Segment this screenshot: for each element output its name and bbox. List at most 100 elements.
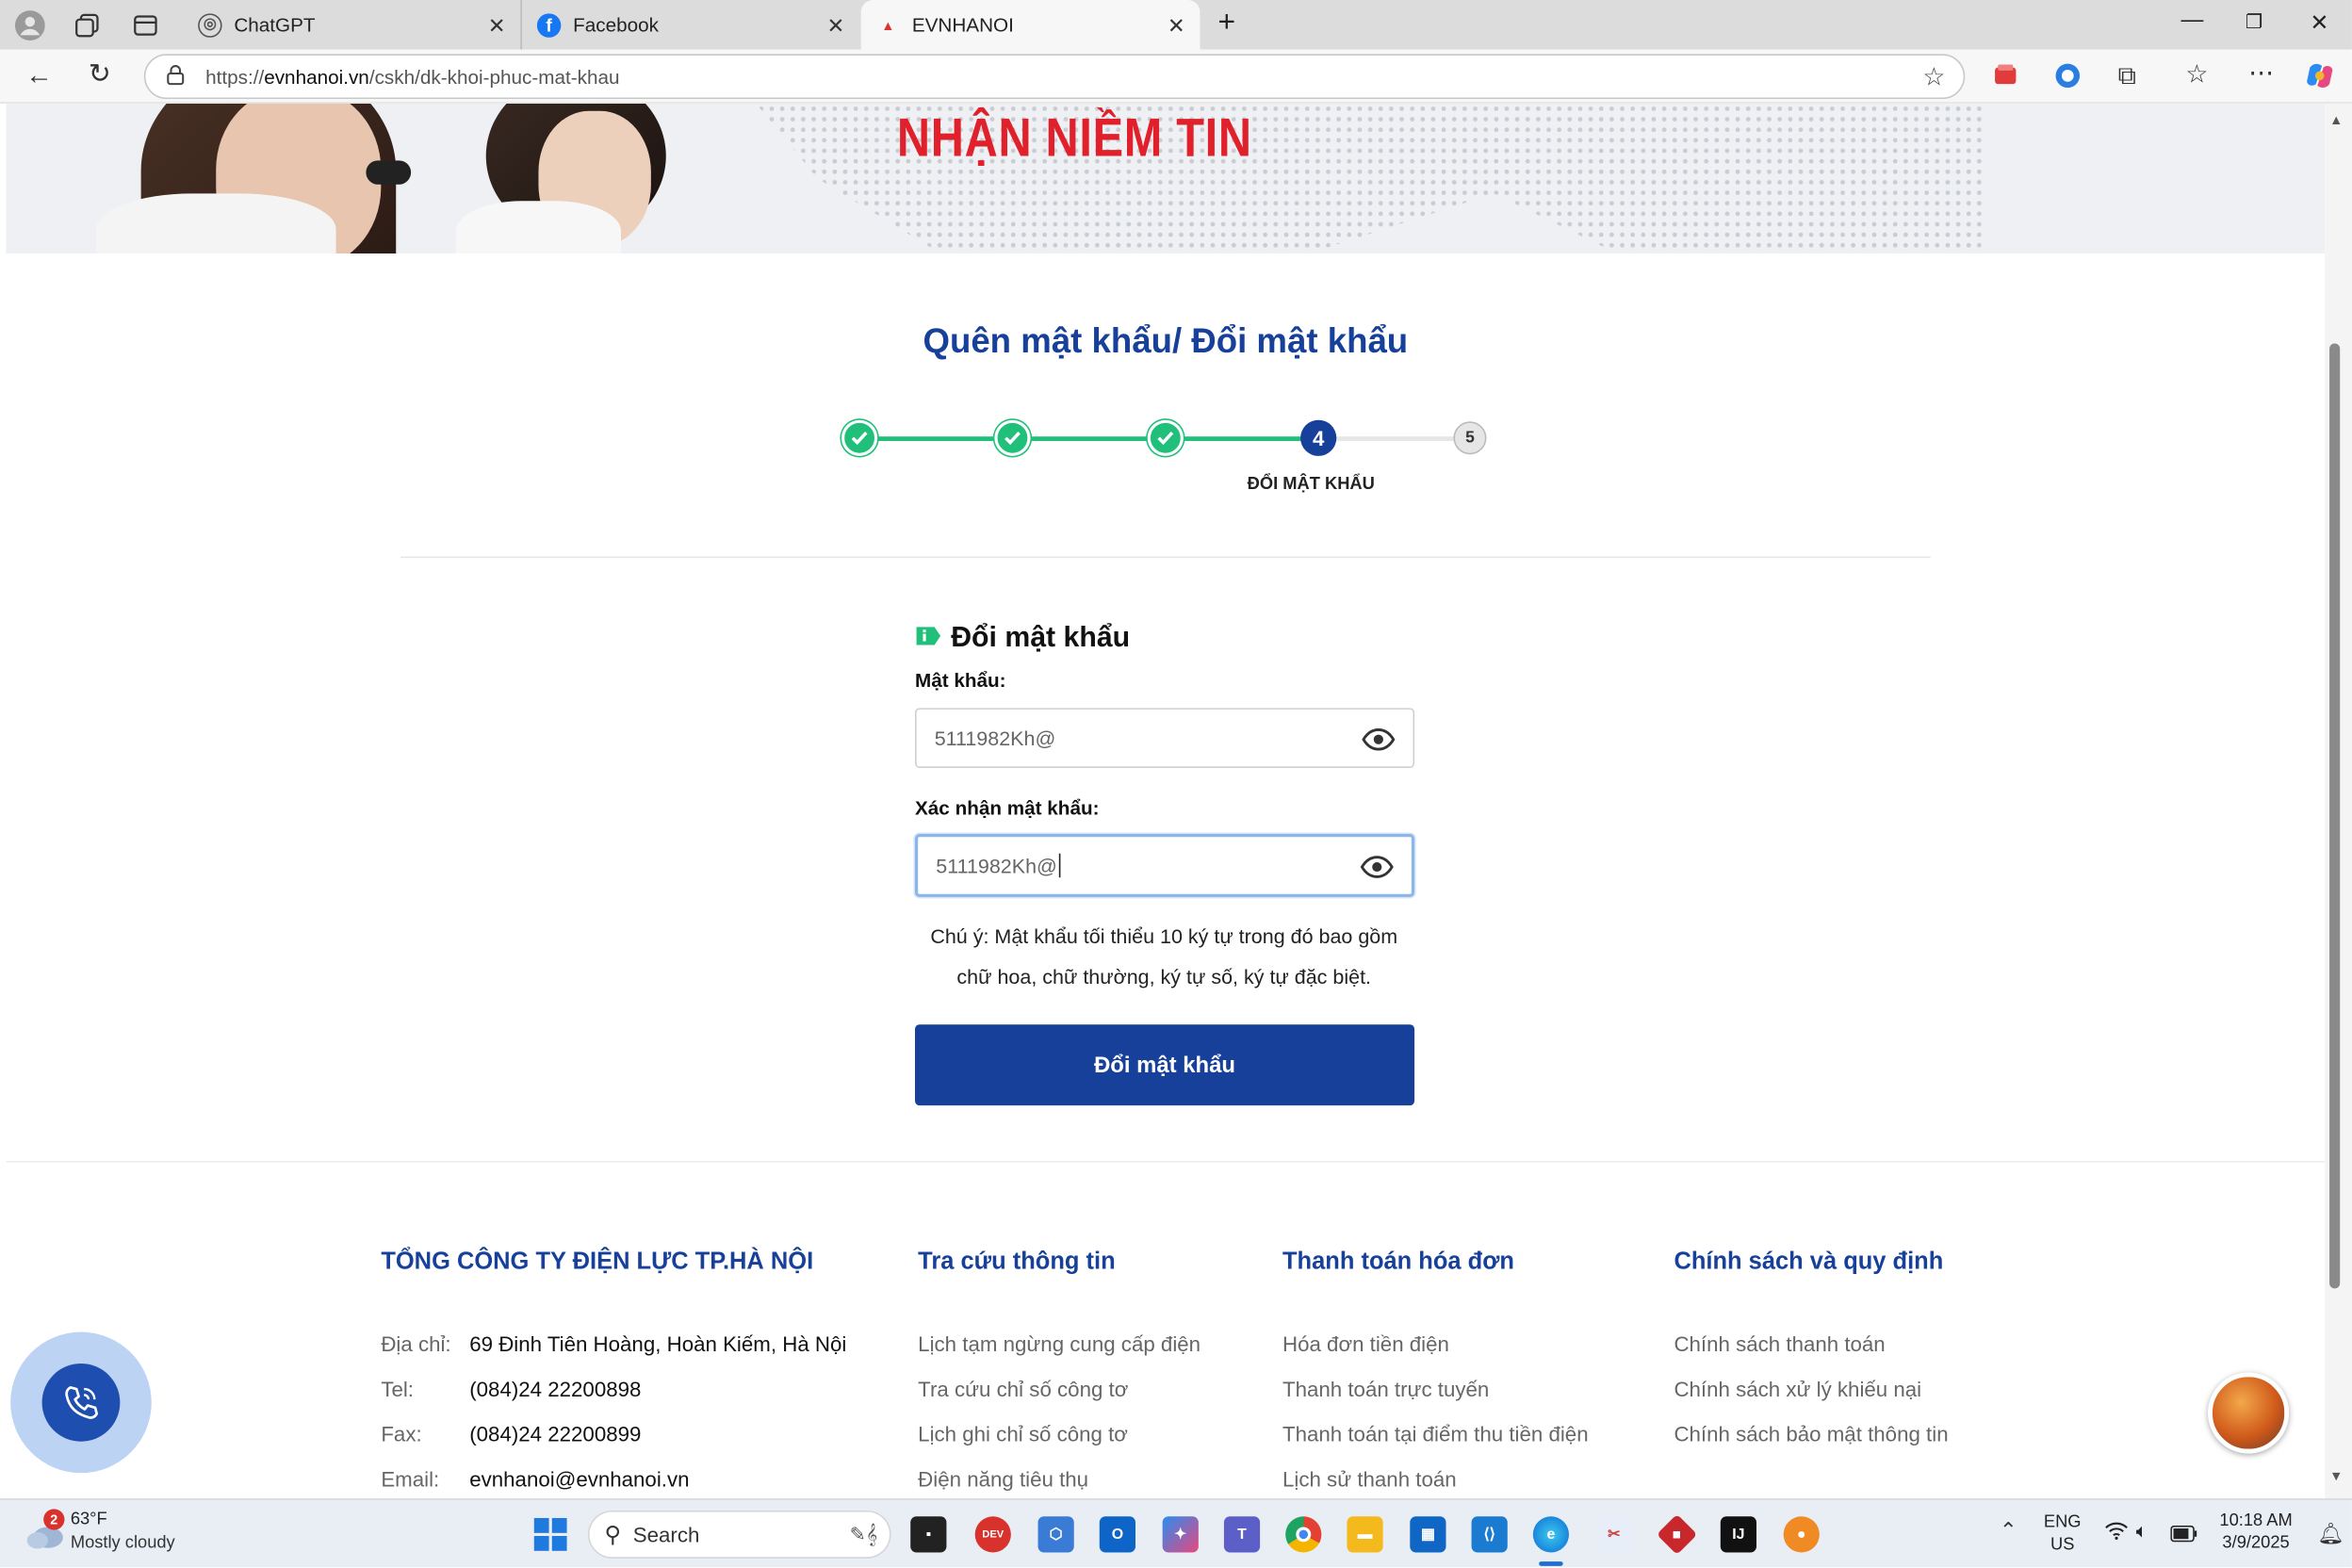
store-icon[interactable]: ▦ [1410,1516,1446,1553]
workspaces-icon[interactable] [71,9,104,42]
tab-title: Facebook [573,13,659,37]
profile-icon[interactable] [13,9,46,42]
hero-banner: NHẬN NIỀM TIN [6,103,2326,254]
footer-tel-value[interactable]: (084)24 22200898 [469,1377,641,1400]
footer-address-label: Địa chỉ: [381,1331,451,1356]
battery-icon[interactable] [2170,1523,2197,1550]
close-window-icon[interactable]: ✕ [2310,9,2328,37]
step-2-check-icon [994,419,1031,456]
facebook-icon: f [536,12,562,37]
hotline-call-button[interactable] [10,1331,152,1474]
windows-start-icon[interactable] [533,1517,567,1559]
new-tab-icon[interactable]: + [1218,6,1236,41]
outlook-icon[interactable]: O [1099,1516,1135,1553]
tab-actions-icon[interactable] [129,9,162,42]
tab-facebook[interactable]: f Facebook ✕ [522,0,859,50]
footer-link[interactable]: Lịch sử thanh toán [1282,1467,1457,1491]
footer-company-title: TỔNG CÔNG TY ĐIỆN LỰC TP.HÀ NỘI [381,1249,814,1276]
password-label: Mật khẩu: [914,668,1006,692]
scroll-down-arrow-icon[interactable]: ▼ [2329,1468,2343,1483]
taskbar-search[interactable]: ⚲ Search ✎𝄞 [587,1510,891,1559]
lock-icon[interactable] [167,64,185,90]
copilot-app-icon[interactable]: ✦ [1162,1516,1199,1553]
weather-badge: 2 [43,1509,65,1530]
page-scrollbar[interactable]: ▲ ▼ [2325,103,2352,1499]
footer-divider [6,1161,2326,1163]
git-client-icon[interactable]: ◆ [1657,1513,1698,1556]
footer-link[interactable]: Điện năng tiêu thụ [918,1467,1088,1491]
back-icon[interactable]: ← [25,60,53,91]
copilot-icon[interactable] [2306,61,2334,97]
weather-desc: Mostly cloudy [70,1534,175,1553]
snipping-tool-icon[interactable]: ✂ [1595,1516,1632,1553]
devcpp-icon[interactable]: DEV [974,1516,1011,1553]
footer-link[interactable]: Thanh toán trực tuyến [1282,1377,1489,1400]
footer-link[interactable]: Lịch tạm ngừng cung cấp điện [918,1332,1200,1356]
close-tab-icon[interactable]: ✕ [488,13,506,39]
step-1-check-icon [841,419,878,456]
footer-link[interactable]: Chính sách bảo mật thông tin [1674,1422,1948,1446]
footer-link[interactable]: Chính sách thanh toán [1674,1332,1885,1356]
wifi-icon[interactable] [2104,1521,2128,1544]
weather-cloud-icon[interactable]: 2 [24,1509,66,1559]
tab-chatgpt[interactable]: ◎ ChatGPT ✕ [183,0,522,50]
more-menu-icon[interactable]: ⋯ [2248,58,2274,89]
file-explorer-icon[interactable]: ▬ [1347,1516,1383,1553]
extension-blue-icon[interactable] [2055,63,2081,96]
edge-icon[interactable]: e [1532,1516,1570,1553]
extensions-puzzle-icon[interactable]: ⧉ [2118,61,2136,91]
chatbot-avatar-button[interactable] [2208,1372,2290,1454]
scrollbar-thumb[interactable] [2329,343,2341,1289]
search-icon: ⚲ [604,1522,622,1548]
active-app-indicator [1539,1561,1563,1566]
footer-policy-title: Chính sách và quy định [1674,1249,1944,1276]
windows-taskbar: 2 63°F Mostly cloudy ⚲ Search ✎𝄞 ▪ DEV ⬡… [0,1498,2352,1568]
agent-photo-1 [95,103,412,254]
favorites-icon[interactable]: ☆ [2185,60,2208,90]
footer-link[interactable]: Thanh toán tại điểm thu tiền điện [1282,1422,1589,1446]
favorite-star-icon[interactable]: ☆ [1922,63,1945,93]
app-orange-icon[interactable]: ● [1783,1516,1820,1553]
password-field[interactable]: 5111982Kh@ [914,708,1415,769]
restore-icon[interactable]: ❐ [2246,10,2263,34]
scroll-up-arrow-icon[interactable]: ▲ [2329,112,2343,127]
language-line-2[interactable]: US [2040,1536,2085,1554]
show-hidden-icons-icon[interactable]: ⌃ [2000,1518,2017,1544]
footer-link[interactable]: Lịch ghi chỉ số công tơ [918,1422,1128,1446]
show-password-eye-icon[interactable] [1362,727,1396,756]
footer-address-value: 69 Đinh Tiên Hoàng, Hoàn Kiếm, Hà Nội [469,1331,847,1356]
refresh-icon[interactable]: ↻ [89,58,111,90]
teams-icon[interactable]: T [1223,1516,1261,1553]
close-tab-icon[interactable]: ✕ [1168,13,1185,39]
change-password-button[interactable]: Đổi mật khẩu [914,1024,1415,1106]
stepper-line-complete [860,436,1319,441]
close-tab-icon[interactable]: ✕ [827,13,845,39]
chrome-icon[interactable] [1285,1516,1322,1553]
volume-icon[interactable]: 🔈︎ [2136,1519,2148,1543]
clock-time[interactable]: 10:18 AM [2208,1512,2304,1530]
footer-link[interactable]: Hóa đơn tiền điện [1282,1332,1449,1356]
footer-link[interactable]: Chính sách xử lý khiếu nại [1674,1377,1921,1400]
tab-evnhanoi[interactable]: ▲ EVNHANOI ✕ [860,0,1200,50]
jetbrains-icon[interactable]: IJ [1720,1516,1756,1553]
minimize-icon[interactable]: — [2180,8,2203,33]
task-view-icon[interactable]: ▪ [910,1516,947,1553]
weather-temp: 63°F [70,1510,107,1529]
language-line-1[interactable]: ENG [2040,1513,2085,1531]
section-title-text: Đổi mật khẩu [951,622,1131,655]
notifications-bell-icon[interactable]: 🔔︎ [2317,1521,2344,1546]
tab-title: ChatGPT [234,13,316,37]
footer-link[interactable]: Tra cứu chỉ số công tơ [918,1377,1128,1400]
current-step-label: ĐỔI MẬT KHẨU [1247,475,1375,494]
url-bar[interactable]: https://evnhanoi.vn/cskh/dk-khoi-phuc-ma… [143,54,1966,100]
footer-email-value[interactable]: evnhanoi@evnhanoi.vn [469,1467,689,1491]
clock-date[interactable]: 3/9/2025 [2208,1534,2304,1552]
show-confirm-password-eye-icon[interactable] [1360,855,1394,883]
confirm-password-field[interactable]: 5111982Kh@ [914,834,1415,897]
step-4: 4 [1300,419,1337,456]
app-hexagon-icon[interactable]: ⬡ [1037,1516,1074,1553]
info-tag-icon [915,623,942,656]
extension-red-icon[interactable] [1994,63,2017,94]
footer-lookup-title: Tra cứu thông tin [918,1249,1116,1276]
vscode-icon[interactable]: ⟨⟩ [1471,1516,1508,1553]
